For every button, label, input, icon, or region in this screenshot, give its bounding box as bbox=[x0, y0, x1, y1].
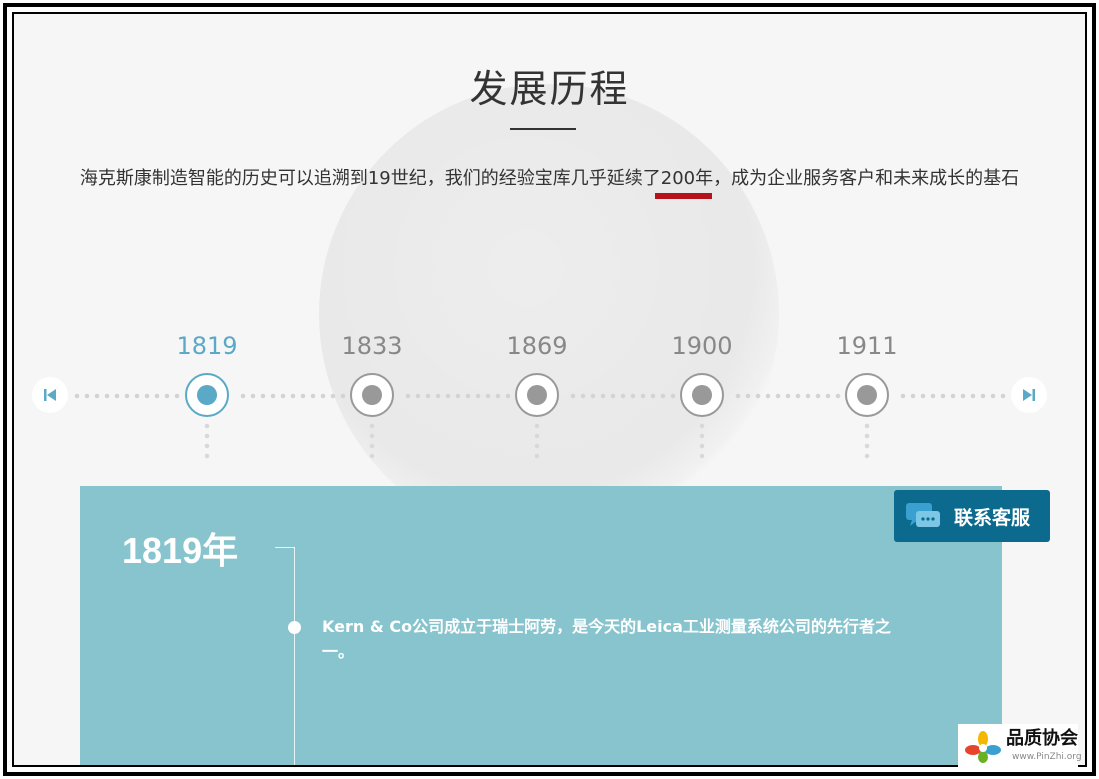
skip-next-icon bbox=[1023, 389, 1035, 401]
skip-previous-icon bbox=[44, 389, 56, 401]
contact-service-label: 联系客服 bbox=[954, 506, 1031, 529]
timeline-connector bbox=[534, 421, 540, 461]
node-dot bbox=[362, 385, 382, 405]
node-dot bbox=[692, 385, 712, 405]
detail-panel: 1819年 Kern & Co公司成立于瑞士阿劳，是今天的Leica工业测量系统… bbox=[80, 486, 1002, 765]
timeline-track bbox=[568, 393, 678, 399]
page-title: 发展历程 bbox=[469, 67, 630, 111]
intro-text: 海克斯康制造智能的历史可以追溯到19世纪，我们的经验宝库几乎延续了200年，成为… bbox=[14, 164, 1085, 190]
intro-text-end: ，成为企业服务客户和未来成长的基石 bbox=[713, 168, 1020, 189]
timeline-node-1819[interactable] bbox=[185, 373, 229, 417]
detail-bullet bbox=[288, 621, 301, 634]
highlight-underline bbox=[655, 193, 712, 199]
timeline-prev-button[interactable] bbox=[32, 377, 68, 413]
timeline-year-1900[interactable]: 1900 bbox=[662, 332, 742, 360]
timeline-year-1819[interactable]: 1819 bbox=[167, 332, 247, 360]
timeline-next-button[interactable] bbox=[1011, 377, 1047, 413]
detail-text: Kern & Co公司成立于瑞士阿劳，是今天的Leica工业测量系统公司的先行者… bbox=[322, 617, 891, 661]
watermark: 品质协会 www.PinZhi.org bbox=[958, 724, 1082, 768]
timeline-node-1833[interactable] bbox=[350, 373, 394, 417]
timeline-node-1869[interactable] bbox=[515, 373, 559, 417]
watermark-title: 品质协会 bbox=[1006, 728, 1078, 749]
timeline-track bbox=[238, 393, 348, 399]
timeline-year-1869[interactable]: 1869 bbox=[497, 332, 577, 360]
timeline-track bbox=[898, 393, 1008, 399]
history-section: 发展历程 海克斯康制造智能的历史可以追溯到19世纪，我们的经验宝库几乎延续了20… bbox=[12, 12, 1087, 767]
detail-vertical-line bbox=[294, 547, 295, 765]
timeline-connector bbox=[369, 421, 375, 461]
timeline-year-1833[interactable]: 1833 bbox=[332, 332, 412, 360]
watermark-logo-icon bbox=[965, 731, 1001, 763]
timeline-year-1911[interactable]: 1911 bbox=[827, 332, 907, 360]
node-dot bbox=[527, 385, 547, 405]
intro-highlight: 200年 bbox=[660, 168, 714, 189]
watermark-url: www.PinZhi.org bbox=[1012, 752, 1082, 762]
node-dot bbox=[857, 385, 877, 405]
intro-text-start: 海克斯康制造智能的历史可以追溯到19世纪，我们的经验宝库几乎延续了 bbox=[79, 168, 661, 189]
detail-connector-line bbox=[275, 547, 295, 548]
timeline-node-1911[interactable] bbox=[845, 373, 889, 417]
node-dot bbox=[197, 385, 217, 405]
contact-service-button[interactable]: 联系客服 bbox=[894, 490, 1050, 542]
timeline-track bbox=[72, 393, 182, 399]
timeline-track bbox=[403, 393, 513, 399]
globe-background bbox=[319, 84, 779, 544]
timeline-track bbox=[733, 393, 843, 399]
timeline-node-1900[interactable] bbox=[680, 373, 724, 417]
timeline-connector bbox=[699, 421, 705, 461]
timeline-connector bbox=[864, 421, 870, 461]
chat-bubble-icon bbox=[906, 503, 940, 527]
title-divider bbox=[510, 128, 576, 130]
detail-year: 1819年 bbox=[122, 530, 239, 571]
timeline-connector bbox=[204, 421, 210, 461]
